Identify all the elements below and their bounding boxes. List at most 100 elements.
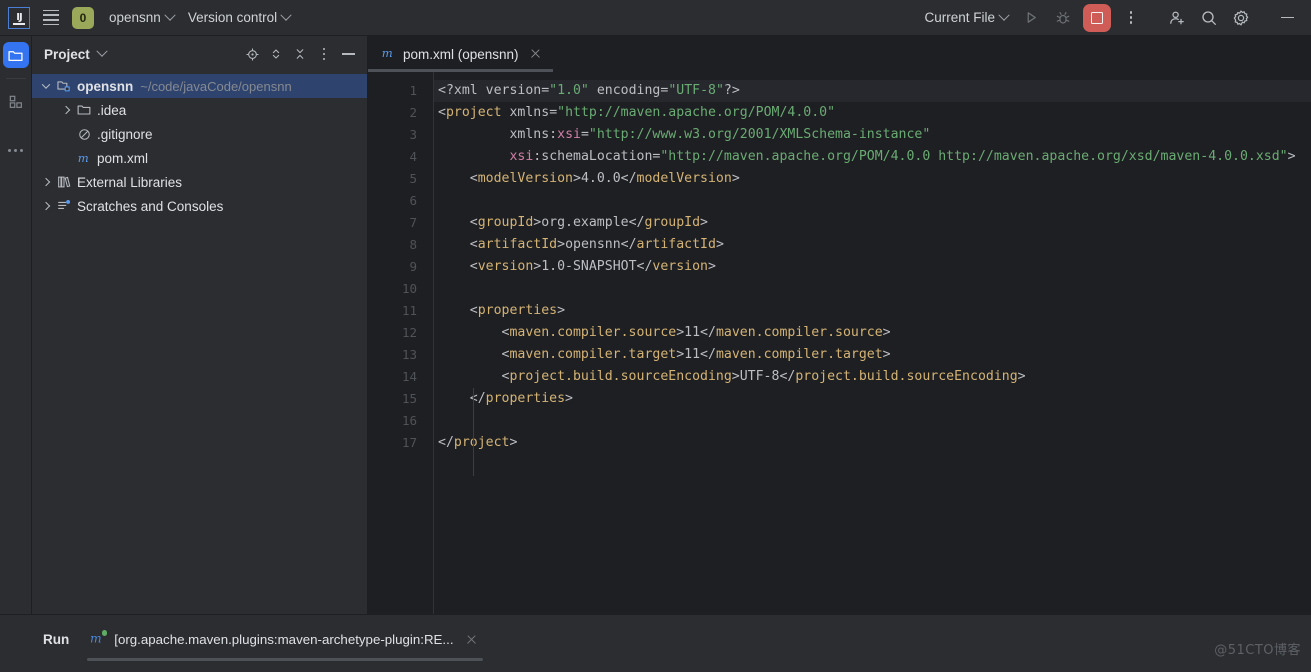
code-token: modelVersion [636, 171, 732, 186]
more-tool-windows-button[interactable] [3, 137, 29, 163]
code-token: < [438, 259, 478, 274]
close-tab-icon[interactable] [529, 47, 543, 61]
maven-icon: m [74, 150, 94, 166]
code-token: > [731, 369, 740, 384]
project-panel-header: Project [32, 36, 367, 72]
code-token: maven.compiler.target [715, 347, 883, 362]
hide-panel-icon[interactable] [337, 43, 359, 65]
chevron-right-icon[interactable] [38, 201, 54, 211]
editor-tab[interactable]: m pom.xml (opensnn) [368, 36, 553, 72]
settings-gear-icon[interactable] [1225, 3, 1257, 33]
project-selector[interactable]: opensnn [102, 6, 181, 29]
minimize-icon[interactable] [1271, 3, 1303, 33]
add-user-icon[interactable] [1161, 3, 1193, 33]
close-tab-icon[interactable] [465, 633, 479, 647]
kebab-icon[interactable] [313, 43, 335, 65]
chevron-down-icon [164, 9, 176, 21]
left-tool-rail [0, 36, 32, 614]
tree-node-idea[interactable]: .idea [32, 98, 367, 122]
code-token: version [652, 259, 708, 274]
stop-icon[interactable] [1083, 3, 1111, 32]
code-token: opensnn [565, 237, 621, 252]
code-token: maven.compiler.target [509, 347, 677, 362]
code-token: > [676, 347, 685, 362]
line-number: 4 [409, 149, 417, 164]
code-token: > [882, 325, 891, 340]
scratches-icon [54, 198, 74, 214]
chevron-right-icon[interactable] [38, 177, 54, 187]
editor-tab-label: pom.xml (opensnn) [403, 46, 519, 62]
structure-tool-window-button[interactable] [3, 89, 29, 115]
code-line: <properties> [434, 300, 1311, 322]
chevron-down-icon[interactable] [96, 45, 108, 57]
code-token: version [485, 83, 542, 98]
tree-node-gitignore[interactable]: .gitignore [32, 122, 367, 146]
watermark: @51CTO博客 [1214, 643, 1301, 658]
line-number-gutter: 1 2 3 4 5 6 7 8 9 10 11 12 13 14 15 16 17 [368, 72, 434, 614]
project-tool-window-button[interactable] [2, 42, 29, 68]
maven-run-icon: m [89, 630, 108, 649]
code-token: > [882, 347, 891, 362]
tree-node-label: opensnn [77, 78, 134, 94]
code-token: version [477, 259, 534, 274]
tree-node-scratches-and-consoles[interactable]: Scratches and Consoles [32, 194, 367, 218]
run-tab[interactable]: m [org.apache.maven.plugins:maven-archet… [83, 615, 486, 664]
code-token: : [549, 127, 558, 142]
project-badge[interactable]: 0 [72, 6, 94, 29]
tree-node-label: .idea [97, 102, 127, 118]
line-number: 3 [409, 127, 417, 142]
chevron-down-icon [998, 9, 1010, 21]
code-token: </ [779, 369, 796, 384]
line-number: 8 [409, 237, 417, 252]
code-token: > [707, 259, 716, 274]
search-icon[interactable] [1193, 3, 1225, 33]
code-token: 1.0-SNAPSHOT [541, 259, 637, 274]
code-line: <artifactId>opensnn</artifactId> [434, 234, 1311, 256]
code-token: groupId [644, 215, 701, 230]
code-token: < [438, 171, 478, 186]
debug-icon[interactable] [1047, 3, 1079, 33]
run-configuration-selector[interactable]: Current File [917, 6, 1015, 29]
code-token: > [565, 391, 573, 406]
code-content[interactable]: <?xml version="1.0" encoding="UTF-8"?> <p… [434, 72, 1311, 614]
chevron-up-down-icon[interactable] [265, 43, 287, 65]
tree-node-pom-xml[interactable]: m pom.xml [32, 146, 367, 170]
code-token: "http://maven.apache.org/POM/4.0.0" [557, 105, 836, 120]
code-token: project [453, 435, 510, 450]
code-line: <version>1.0-SNAPSHOT</version> [434, 256, 1311, 278]
code-line: </project> [434, 432, 1311, 454]
code-token: </ [700, 347, 716, 362]
code-token: < [438, 347, 510, 362]
tree-node-label: .gitignore [97, 126, 153, 142]
collapse-all-icon[interactable] [289, 43, 311, 65]
code-line: </properties> [434, 388, 1311, 410]
code-token: < [438, 105, 446, 120]
code-viewport: 1 2 3 4 5 6 7 8 9 10 11 12 13 14 15 16 17 <?xml version=… [368, 72, 1311, 614]
project-tool-window: Project opensnn ~/code/javaCode/opensnn … [32, 36, 368, 614]
line-number: 10 [401, 281, 417, 296]
tree-node-opensnn[interactable]: opensnn ~/code/javaCode/opensnn [32, 74, 367, 98]
version-control-menu[interactable]: Version control [181, 6, 297, 29]
code-token: = [549, 105, 558, 120]
more-options-icon[interactable] [1115, 3, 1147, 33]
chevron-right-icon[interactable] [58, 105, 74, 115]
project-selector-label: opensnn [109, 10, 161, 25]
tree-node-label: pom.xml [97, 150, 149, 166]
chevron-down-icon[interactable] [38, 80, 54, 89]
code-token: modelVersion [477, 171, 573, 186]
editor-area: m pom.xml (opensnn) 1 2 3 4 5 6 7 8 9 10 11 12 13 14 15… [368, 36, 1311, 614]
code-line: <project xmlns="http://maven.apache.org/… [434, 102, 1311, 124]
target-icon[interactable] [241, 43, 263, 65]
hamburger-menu-icon[interactable] [36, 3, 66, 33]
code-token: maven.compiler.source [509, 325, 677, 340]
run-icon[interactable] [1015, 3, 1047, 33]
code-token: < [438, 303, 478, 318]
tree-node-external-libraries[interactable]: External Libraries [32, 170, 367, 194]
code-token: project [445, 105, 502, 120]
ij-logo-icon[interactable]: IJ [8, 6, 30, 29]
code-token: xsi [509, 149, 534, 164]
